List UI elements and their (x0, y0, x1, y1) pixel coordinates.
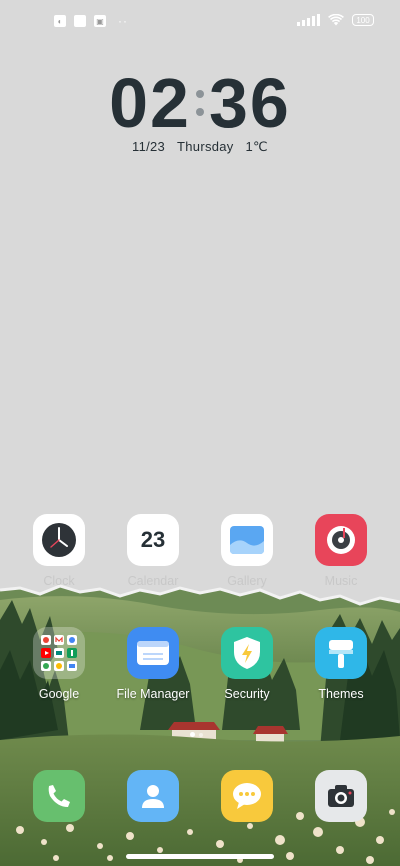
clock-widget-time[interactable]: 02 36 (0, 66, 400, 140)
clock-minute: 36 (209, 64, 291, 142)
square-icon (74, 15, 86, 27)
app-label: Clock (43, 574, 75, 588)
themes-icon (315, 627, 367, 679)
clock-icon (33, 514, 85, 566)
page-indicator (199, 733, 203, 737)
temperature-text: 1℃ (245, 139, 268, 154)
wifi-icon (328, 14, 344, 26)
battery-icon: 100 (352, 14, 374, 26)
mi-icon: ◐ (54, 15, 66, 27)
app-music[interactable]: Music (293, 514, 389, 588)
notification-icon: ▣ (94, 15, 106, 27)
security-icon (221, 627, 273, 679)
app-themes[interactable]: Themes (293, 627, 389, 701)
messages-icon (221, 770, 273, 822)
folder-icon (33, 627, 85, 679)
music-icon (315, 514, 367, 566)
app-label: Google (38, 687, 80, 701)
file-manager-icon (127, 627, 179, 679)
dock-camera[interactable] (293, 770, 389, 822)
dock-phone[interactable] (11, 770, 107, 822)
app-folder-google[interactable]: Google (11, 627, 107, 701)
app-calendar[interactable]: 23 Calendar (105, 514, 201, 588)
dock-messages[interactable] (199, 770, 295, 822)
dock-contacts[interactable] (105, 770, 201, 822)
app-security[interactable]: Security (199, 627, 295, 701)
app-gallery[interactable]: Gallery (199, 514, 295, 588)
status-bar: ◐ ▣ ·· 100 (0, 0, 400, 44)
clock-hour: 02 (109, 64, 191, 142)
calendar-day: 23 (140, 527, 166, 552)
gallery-icon (221, 514, 273, 566)
app-label: Security (224, 687, 270, 701)
date-text: 11/23 (132, 139, 166, 154)
calendar-icon: 23 (127, 514, 179, 566)
clock-widget-date[interactable]: 11/23 Thursday 1℃ (0, 139, 400, 155)
home-indicator[interactable] (126, 854, 274, 859)
phone-icon (33, 770, 85, 822)
weekday-text: Thursday (177, 139, 234, 154)
clock-colon (191, 66, 209, 140)
contacts-icon (127, 770, 179, 822)
app-clock[interactable]: Clock (11, 514, 107, 588)
camera-icon (315, 770, 367, 822)
overflow-indicator: ·· (118, 14, 128, 28)
app-label: File Manager (116, 687, 190, 701)
page-indicator-active (190, 732, 195, 737)
app-label: Calendar (127, 574, 179, 588)
app-file-manager[interactable]: File Manager (105, 627, 201, 701)
app-label: Gallery (227, 574, 267, 588)
signal-icon (297, 14, 320, 26)
app-label: Themes (318, 687, 364, 701)
wallpaper-scene (0, 584, 400, 866)
app-label: Music (324, 574, 358, 588)
